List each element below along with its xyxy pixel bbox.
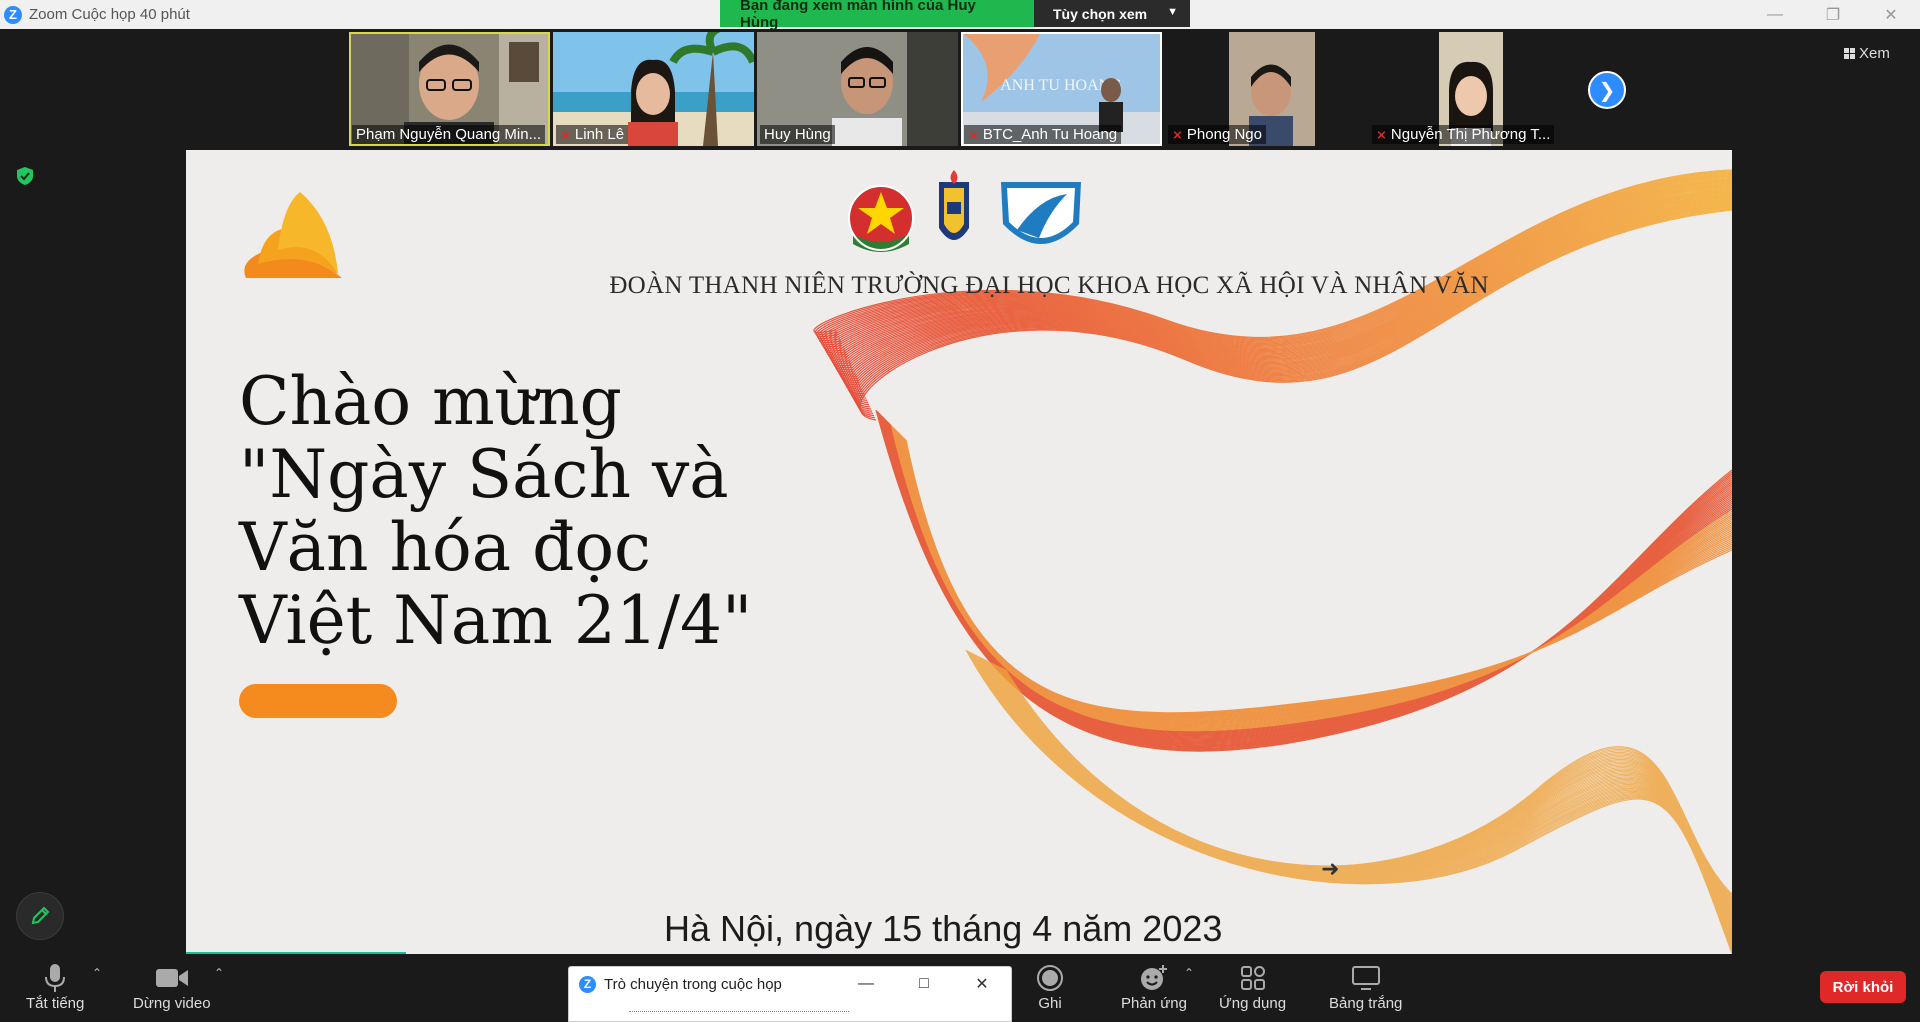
mic-muted-icon: ⨯ — [1172, 126, 1183, 142]
participant-name: ⨯ Nguyễn Thị Phương T... — [1372, 125, 1555, 144]
chat-message-preview — [629, 1011, 849, 1014]
slide-date-line: Hà Nội, ngày 15 tháng 4 năm 2023 — [664, 908, 1223, 949]
participant-tile[interactable]: ⨯ Nguyễn Thị Phương T... — [1369, 32, 1570, 146]
chat-maximize-icon[interactable]: □ — [909, 971, 939, 997]
whiteboard-button[interactable]: Bảng trắng — [1329, 961, 1402, 1012]
participant-tile[interactable]: ⨯ Phong Ngo — [1165, 32, 1366, 146]
wave-line-middle — [904, 439, 1732, 715]
zoom-logo-icon: Z — [4, 5, 22, 24]
chat-header[interactable]: Z Trò chuyện trong cuộc họp — □ ✕ — [569, 967, 1011, 1001]
chat-close-icon[interactable]: ✕ — [967, 971, 997, 997]
video-camera-icon — [155, 969, 188, 987]
university-crest-icon — [939, 170, 969, 240]
shared-screen-slide: ĐOÀN THANH NIÊN TRƯỜNG ĐẠI HỌC KHOA HỌC … — [186, 150, 1732, 954]
reactions-button[interactable]: Phản ứng — [1121, 961, 1187, 1012]
video-options-caret-icon[interactable]: ⌃ — [214, 966, 224, 980]
reactions-options-caret-icon[interactable]: ⌃ — [1184, 966, 1194, 980]
wave-line-middle — [903, 437, 1732, 716]
wave-line-middle — [903, 438, 1732, 716]
microphone-icon — [45, 964, 66, 992]
slide-headline: Chào mừng "Ngày Sách và Văn hóa đọc Việt… — [239, 365, 752, 657]
participant-tile[interactable]: Huy Hùng — [757, 32, 958, 146]
view-options-button[interactable]: Tùy chọn xem ▼ — [1034, 0, 1190, 27]
participant-strip: Phạm Nguyễn Quang Min... ⨯ Linh Lê Huy H… — [349, 32, 1570, 146]
flame-logo-icon — [244, 192, 342, 278]
wave-line-middle — [901, 435, 1732, 719]
chat-title: Trò chuyện trong cuộc họp — [604, 975, 782, 993]
participant-name: Huy Hùng — [760, 125, 835, 144]
restore-icon[interactable]: ❐ — [1804, 0, 1862, 29]
chat-window[interactable]: Z Trò chuyện trong cuộc họp — □ ✕ — [568, 966, 1012, 1022]
mute-label: Tắt tiếng — [26, 995, 85, 1012]
window-controls: — ❐ ✕ — [1746, 0, 1920, 29]
mic-muted-icon: ⨯ — [560, 126, 571, 142]
mute-button[interactable]: Tắt tiếng — [26, 961, 84, 1012]
organization-title: ĐOÀN THANH NIÊN TRƯỜNG ĐẠI HỌC KHOA HỌC … — [609, 272, 1489, 299]
window-title: Zoom Cuộc họp 40 phút — [29, 6, 190, 23]
organization-emblems — [848, 170, 1081, 252]
stop-video-label: Dừng video — [133, 995, 211, 1012]
zoom-meeting-window: Z Zoom Cuộc họp 40 phút — ❐ ✕ Bạn đang x… — [0, 0, 1920, 1022]
wave-line-middle — [902, 436, 1732, 717]
next-participants-button[interactable]: ❯ — [1588, 71, 1626, 109]
participant-name: ⨯ Linh Lê — [556, 125, 629, 144]
leave-meeting-button[interactable]: Rời khỏi — [1820, 971, 1906, 1003]
headline-line: Văn hóa đọc — [239, 509, 652, 586]
close-icon[interactable]: ✕ — [1862, 0, 1920, 29]
headline-line: Việt Nam 21/4" — [239, 582, 753, 659]
decorative-pill — [239, 684, 397, 718]
chat-minimize-icon[interactable]: — — [851, 971, 881, 997]
share-progress-bar — [186, 952, 406, 954]
reactions-label: Phản ứng — [1121, 995, 1187, 1012]
wave-line-middle — [905, 439, 1732, 714]
participant-name: Phạm Nguyễn Quang Min... — [352, 125, 546, 144]
chevron-right-icon: ❯ — [1598, 79, 1616, 102]
share-banner-text: Bạn đang xem màn hình của Huy Hùng — [720, 0, 1034, 31]
faculty-emblem-icon — [1001, 182, 1081, 244]
share-banner: Bạn đang xem màn hình của Huy Hùng Tùy c… — [720, 0, 1190, 31]
headline-line: Chào mừng — [239, 363, 622, 440]
mic-muted-icon: ⨯ — [1376, 126, 1387, 142]
emoji-reaction-icon — [1140, 965, 1167, 990]
participant-tile[interactable]: ⨯ Linh Lê — [553, 32, 754, 146]
annotate-button[interactable] — [16, 892, 64, 940]
headline-line: "Ngày Sách và — [239, 436, 729, 513]
apps-icon — [1240, 966, 1265, 990]
youth-union-emblem-icon — [848, 185, 914, 252]
view-options-label: Tùy chọn xem — [1053, 5, 1148, 22]
apps-label: Ứng dụng — [1219, 995, 1287, 1012]
record-label: Ghi — [1038, 995, 1062, 1012]
record-button[interactable]: Ghi — [1036, 961, 1064, 1012]
wave-line-middle — [901, 436, 1732, 718]
grid-view-icon — [1844, 47, 1855, 59]
participant-name: ⨯ BTC_Anh Tu Hoang — [964, 125, 1122, 144]
audio-options-caret-icon[interactable]: ⌃ — [92, 966, 102, 980]
view-button-label: Xem — [1859, 44, 1890, 62]
participant-tile[interactable]: ANH TU HOANG ⨯ BTC_Anh Tu Hoang — [961, 32, 1162, 146]
whiteboard-icon — [1351, 966, 1380, 990]
pencil-icon — [31, 906, 50, 925]
mic-muted-icon: ⨯ — [968, 126, 979, 142]
record-icon — [1037, 965, 1063, 991]
encryption-shield-icon[interactable] — [16, 166, 34, 186]
zoom-logo-icon: Z — [579, 975, 596, 993]
arrow-cursor-icon: ➜ — [1321, 856, 1340, 881]
whiteboard-label: Bảng trắng — [1329, 995, 1403, 1012]
participant-name: ⨯ Phong Ngo — [1168, 125, 1266, 144]
apps-button[interactable]: Ứng dụng — [1219, 961, 1286, 1012]
chevron-down-icon: ▼ — [1167, 6, 1178, 18]
minimize-icon[interactable]: — — [1746, 0, 1804, 29]
view-button[interactable]: Xem — [1844, 42, 1890, 64]
stop-video-button[interactable]: Dừng video — [133, 961, 211, 1012]
participant-tile[interactable]: Phạm Nguyễn Quang Min... — [349, 32, 550, 146]
